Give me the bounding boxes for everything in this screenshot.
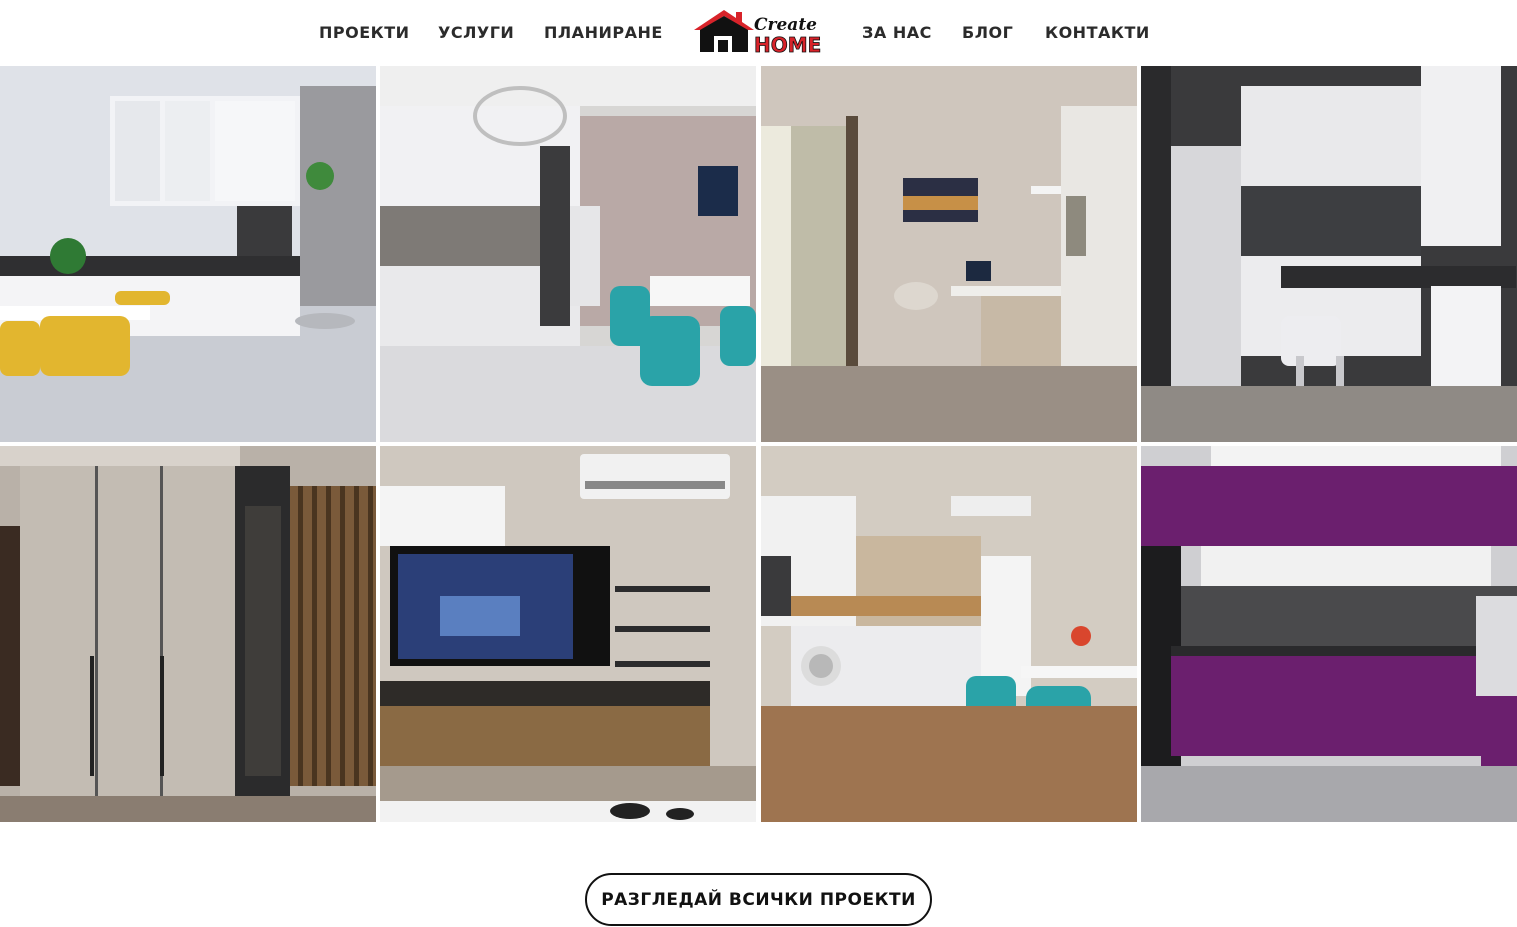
project-image-white-kitchen[interactable] bbox=[0, 66, 376, 442]
project-image-home-office[interactable] bbox=[761, 66, 1137, 442]
project-image-marble-kitchen[interactable] bbox=[380, 66, 756, 442]
project-image-tv-wall[interactable] bbox=[380, 446, 756, 822]
nav-about[interactable]: ЗА НАС bbox=[862, 23, 932, 43]
site-header: ПРОЕКТИ УСЛУГИ ПЛАНИРАНЕ Create HOME ЗА … bbox=[0, 0, 1517, 66]
nav-blog[interactable]: БЛОГ bbox=[962, 23, 1013, 43]
view-all-projects-button[interactable]: РАЗГЛЕДАЙ ВСИЧКИ ПРОЕКТИ bbox=[585, 873, 932, 926]
project-image-purple-kitchen[interactable] bbox=[1141, 446, 1517, 822]
nav-services[interactable]: УСЛУГИ bbox=[438, 23, 514, 43]
logo-home-text: HOME bbox=[754, 33, 821, 56]
nav-planning[interactable]: ПЛАНИРАНЕ bbox=[544, 23, 663, 43]
project-image-black-white-kitchen[interactable] bbox=[1141, 66, 1517, 442]
nav-projects[interactable]: ПРОЕКТИ bbox=[319, 23, 410, 43]
nav-contacts[interactable]: КОНТАКТИ bbox=[1045, 23, 1150, 43]
project-image-wardrobe[interactable] bbox=[0, 446, 376, 822]
logo-create-text: Create bbox=[754, 15, 817, 35]
site-logo[interactable]: Create HOME bbox=[692, 8, 827, 57]
project-image-small-kitchen[interactable] bbox=[761, 446, 1137, 822]
